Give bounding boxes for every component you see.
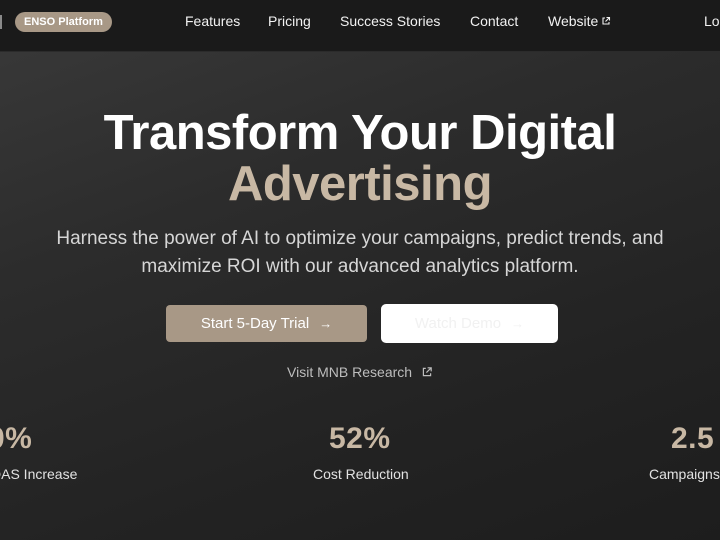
nav-links: Features Pricing Success Stories Contact…: [0, 0, 720, 44]
nav-link-features[interactable]: Features: [185, 13, 240, 29]
stat-campaigns-value: 2.5: [671, 422, 715, 455]
external-link-icon: [602, 17, 611, 25]
hero-title: Transform Your Digital: [103, 106, 617, 160]
external-link-icon: [422, 367, 432, 377]
stat-campaigns-label: Campaigns: [649, 466, 720, 482]
nav-link-contact[interactable]: Contact: [470, 13, 518, 29]
start-trial-button[interactable]: Start 5-Day Trial →: [166, 305, 367, 342]
nav-link-login[interactable]: Lo: [704, 13, 720, 29]
hero-subtitle: Harness the power of AI to optimize your…: [56, 228, 664, 277]
nav-link-website-label: Website: [548, 13, 599, 29]
hero-title-accent: Advertising: [227, 157, 493, 211]
nav-link-website[interactable]: Website: [548, 13, 611, 29]
landing-page: ENSO Platform Features Pricing Success S…: [0, 0, 720, 540]
watch-demo-button[interactable]: Watch Demo →: [381, 304, 558, 343]
research-link-label: Visit MNB Research: [287, 364, 413, 380]
watch-demo-label: Watch Demo: [414, 315, 502, 332]
stat-roas-value: 0%: [0, 422, 33, 455]
start-trial-label: Start 5-Day Trial: [200, 315, 310, 332]
stat-roas-label: DAS Increase: [0, 466, 78, 482]
stat-cost-label: Cost Reduction: [313, 466, 409, 482]
top-navbar: ENSO Platform Features Pricing Success S…: [0, 0, 720, 52]
stat-cost-value: 52%: [329, 422, 391, 455]
arrow-right-icon: →: [319, 316, 333, 331]
research-link[interactable]: Visit MNB Research: [0, 364, 720, 380]
nav-link-pricing[interactable]: Pricing: [268, 13, 311, 29]
arrow-right-icon: →: [511, 316, 525, 331]
nav-link-success-stories[interactable]: Success Stories: [340, 13, 440, 29]
